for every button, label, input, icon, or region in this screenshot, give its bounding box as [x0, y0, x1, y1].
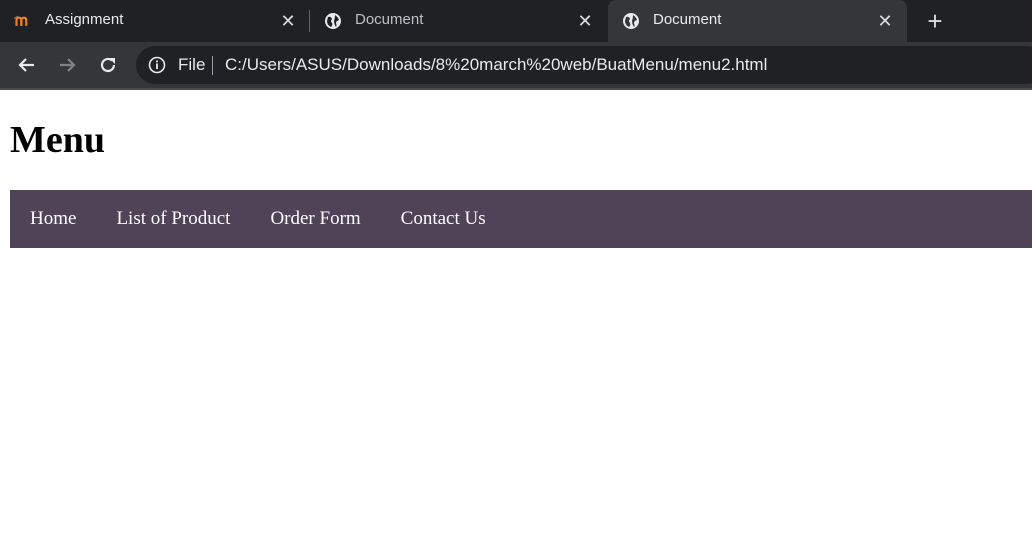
browser-tab-document[interactable]: Document ✕ [310, 0, 607, 42]
browser-toolbar: File C:/Users/ASUS/Downloads/8%20march%2… [0, 42, 1032, 88]
address-bar[interactable]: File C:/Users/ASUS/Downloads/8%20march%2… [136, 46, 1032, 84]
plus-icon[interactable]: + [924, 8, 946, 34]
scheme-label: File [178, 55, 206, 74]
info-icon[interactable] [148, 56, 166, 74]
menu-item-order-form[interactable]: Order Form [270, 208, 360, 230]
tab-title: Document [653, 11, 722, 28]
menu-bar: Home List of Product Order Form Contact … [10, 190, 1032, 248]
close-icon[interactable]: ✕ [278, 11, 298, 31]
menu-item-home[interactable]: Home [30, 208, 76, 230]
forward-arrow-icon[interactable] [55, 53, 79, 77]
page-title: Menu [10, 119, 105, 161]
url-text[interactable]: C:/Users/ASUS/Downloads/8%20march%20web/… [225, 55, 767, 75]
browser-tab-assignment[interactable]: Assignment ✕ [0, 0, 310, 42]
tab-title: Assignment [45, 11, 124, 28]
moodle-icon [14, 12, 32, 30]
menu-item-list-of-product[interactable]: List of Product [116, 208, 230, 230]
globe-icon [622, 12, 640, 30]
globe-icon [324, 12, 342, 30]
back-arrow-icon[interactable] [15, 53, 39, 77]
omnibox-divider [212, 56, 213, 75]
menu-item-contact-us[interactable]: Contact Us [401, 208, 486, 230]
tab-title: Document [355, 11, 424, 28]
browser-tab-document-active[interactable]: Document ✕ [608, 0, 907, 42]
reload-icon[interactable] [96, 53, 120, 77]
close-icon[interactable]: ✕ [875, 11, 895, 31]
tab-strip: Assignment ✕ Document ✕ Document ✕ + [0, 0, 1032, 42]
close-icon[interactable]: ✕ [575, 11, 595, 31]
page-content: Menu Home List of Product Order Form Con… [0, 90, 1032, 548]
